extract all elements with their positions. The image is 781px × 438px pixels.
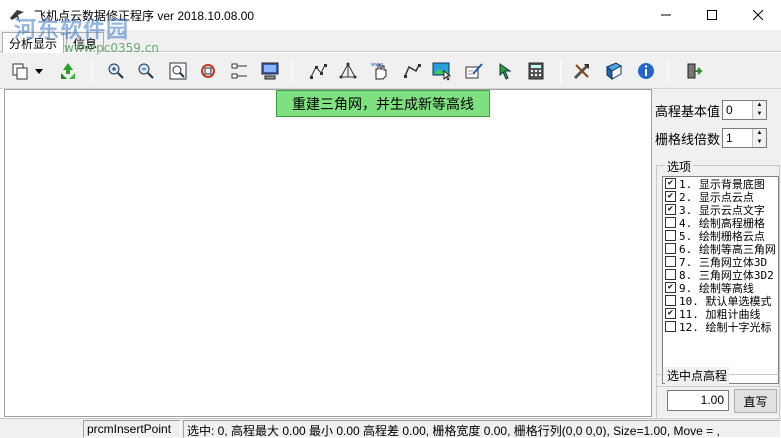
spin-up-icon[interactable]: ▲ bbox=[753, 129, 766, 138]
toolbar-separator bbox=[92, 59, 93, 83]
checkbox-unchecked-icon[interactable] bbox=[665, 243, 676, 254]
base-elevation-label: 高程基本值 bbox=[655, 103, 721, 119]
base-elevation-spinner[interactable]: 0 ▲ ▼ bbox=[722, 100, 768, 120]
polyline-button[interactable] bbox=[400, 59, 424, 83]
app-plane-icon bbox=[8, 6, 26, 24]
edit-point-button[interactable] bbox=[462, 59, 486, 83]
node-tree-button[interactable] bbox=[228, 59, 252, 83]
exit-button[interactable] bbox=[682, 59, 706, 83]
drawing-canvas[interactable] bbox=[4, 89, 652, 417]
node-tree-icon bbox=[231, 63, 247, 79]
zoom-out-icon bbox=[138, 63, 154, 79]
checkbox-checked-icon[interactable]: ✔ bbox=[665, 191, 676, 202]
zoom-extent-button[interactable] bbox=[196, 59, 220, 83]
grid-multiple-spinner[interactable]: 1 ▲ ▼ bbox=[722, 128, 768, 148]
computer-button[interactable] bbox=[258, 59, 282, 83]
option-item[interactable]: 12. 绘制十字光标 bbox=[663, 320, 778, 334]
zoom-out-button[interactable] bbox=[134, 59, 158, 83]
toolbar-tooltip: 重建三角网，并生成新等高线 bbox=[276, 90, 490, 117]
status-info: 选中: 0, 高程最大 0.00 最小 0.00 高程差 0.00, 栅格宽度 … bbox=[183, 420, 781, 438]
points-button[interactable] bbox=[306, 59, 330, 83]
toolbar-separator bbox=[668, 59, 669, 83]
polyline-icon bbox=[404, 64, 421, 78]
options-title: 选项 bbox=[665, 158, 694, 175]
recycle-icon bbox=[61, 63, 75, 79]
zoom-extent-icon bbox=[201, 64, 215, 78]
spin-up-icon[interactable]: ▲ bbox=[753, 101, 766, 110]
close-icon bbox=[753, 10, 763, 20]
right-panel: 高程基本值 0 ▲ ▼ 栅格线倍数 1 ▲ ▼ 选项 ✔ 1. 显示背景底图 ✔ 2.… bbox=[652, 89, 781, 424]
status-bar: prcmInsertPoint 选中: 0, 高程最大 0.00 最小 0.00… bbox=[0, 418, 781, 438]
hand-select-icon: www bbox=[371, 62, 387, 80]
close-button[interactable] bbox=[735, 0, 781, 30]
book-icon bbox=[606, 62, 622, 81]
triangle-button[interactable] bbox=[336, 59, 360, 83]
info-button[interactable] bbox=[634, 59, 658, 83]
checkbox-checked-icon[interactable]: ✔ bbox=[665, 178, 676, 189]
image-select-icon bbox=[432, 62, 452, 81]
checkbox-checked-icon[interactable]: ✔ bbox=[665, 308, 676, 319]
calculator-icon bbox=[528, 62, 544, 80]
toolbar-separator bbox=[292, 59, 293, 83]
checkbox-unchecked-icon[interactable] bbox=[665, 230, 676, 241]
arrow-button[interactable] bbox=[494, 59, 518, 83]
checkbox-unchecked-icon[interactable] bbox=[665, 256, 676, 267]
refresh-button[interactable] bbox=[56, 59, 80, 83]
minimize-icon bbox=[661, 14, 671, 16]
hand-select-button[interactable]: www bbox=[368, 59, 392, 83]
exit-icon bbox=[687, 63, 703, 79]
toolbar-separator bbox=[560, 59, 561, 83]
tab-analysis-display[interactable]: 分析显示 bbox=[2, 32, 65, 53]
checkbox-unchecked-icon[interactable] bbox=[665, 321, 676, 332]
svg-text:www: www bbox=[371, 62, 383, 68]
tab-info[interactable]: 信息 bbox=[66, 32, 105, 52]
arrow-icon bbox=[499, 63, 512, 80]
checkbox-unchecked-icon[interactable] bbox=[665, 295, 676, 306]
zoom-window-button[interactable] bbox=[166, 59, 190, 83]
minimize-button[interactable] bbox=[643, 0, 689, 30]
title-bar: 飞机点云数据修正程序 ver 2018.10.08.00 bbox=[0, 0, 781, 30]
copy-button[interactable] bbox=[8, 59, 32, 83]
options-list: ✔ 1. 显示背景底图 ✔ 2. 显示点云点 ✔ 3. 显示云点文字 4. 绘制高程栅格 5.… bbox=[662, 176, 779, 384]
maximize-icon bbox=[707, 10, 717, 20]
computer-icon bbox=[261, 62, 279, 80]
base-elevation-value[interactable]: 0 bbox=[726, 103, 733, 117]
status-mode: prcmInsertPoint bbox=[83, 420, 181, 438]
checkbox-checked-icon[interactable]: ✔ bbox=[665, 204, 676, 215]
tools-button[interactable] bbox=[570, 59, 594, 83]
zoom-window-icon bbox=[169, 62, 187, 80]
maximize-button[interactable] bbox=[689, 0, 735, 30]
copy-icon bbox=[12, 63, 28, 80]
spin-down-icon[interactable]: ▼ bbox=[753, 110, 766, 119]
triangle-icon bbox=[339, 62, 357, 79]
grid-multiple-row: 栅格线倍数 1 ▲ ▼ bbox=[655, 128, 768, 148]
selected-elevation-title: 选中点高程 bbox=[665, 367, 730, 384]
calculator-button[interactable] bbox=[524, 59, 548, 83]
edit-point-icon bbox=[465, 63, 483, 79]
info-icon bbox=[638, 63, 654, 79]
toolbar: www bbox=[0, 53, 781, 89]
selected-elevation-group: 选中点高程 1.00 直写 bbox=[656, 367, 780, 424]
base-elevation-row: 高程基本值 0 ▲ ▼ bbox=[655, 100, 768, 120]
selected-elevation-input[interactable]: 1.00 bbox=[667, 390, 729, 411]
points-icon bbox=[310, 64, 327, 79]
image-select-button[interactable] bbox=[430, 59, 454, 83]
grid-multiple-label: 栅格线倍数 bbox=[655, 131, 721, 147]
options-group: 选项 ✔ 1. 显示背景底图 ✔ 2. 显示点云点 ✔ 3. 显示云点文字 4. 绘制高程栅… bbox=[656, 158, 780, 387]
help-book-button[interactable] bbox=[602, 59, 626, 83]
option-label: 12. 绘制十字光标 bbox=[679, 320, 772, 334]
checkbox-unchecked-icon[interactable] bbox=[665, 217, 676, 228]
copy-dropdown-button[interactable] bbox=[32, 59, 46, 83]
zoom-in-button[interactable] bbox=[104, 59, 128, 83]
window-title: 飞机点云数据修正程序 ver 2018.10.08.00 bbox=[34, 8, 255, 23]
tab-bar: 分析显示 信息 bbox=[0, 30, 781, 53]
grid-multiple-value[interactable]: 1 bbox=[726, 131, 733, 145]
checkbox-unchecked-icon[interactable] bbox=[665, 269, 676, 280]
zoom-in-icon bbox=[108, 63, 124, 79]
direct-write-button[interactable]: 直写 bbox=[734, 389, 777, 413]
tools-icon bbox=[573, 64, 589, 80]
spin-down-icon[interactable]: ▼ bbox=[753, 138, 766, 147]
checkbox-checked-icon[interactable]: ✔ bbox=[665, 282, 676, 293]
dropdown-arrow-icon bbox=[35, 69, 43, 74]
